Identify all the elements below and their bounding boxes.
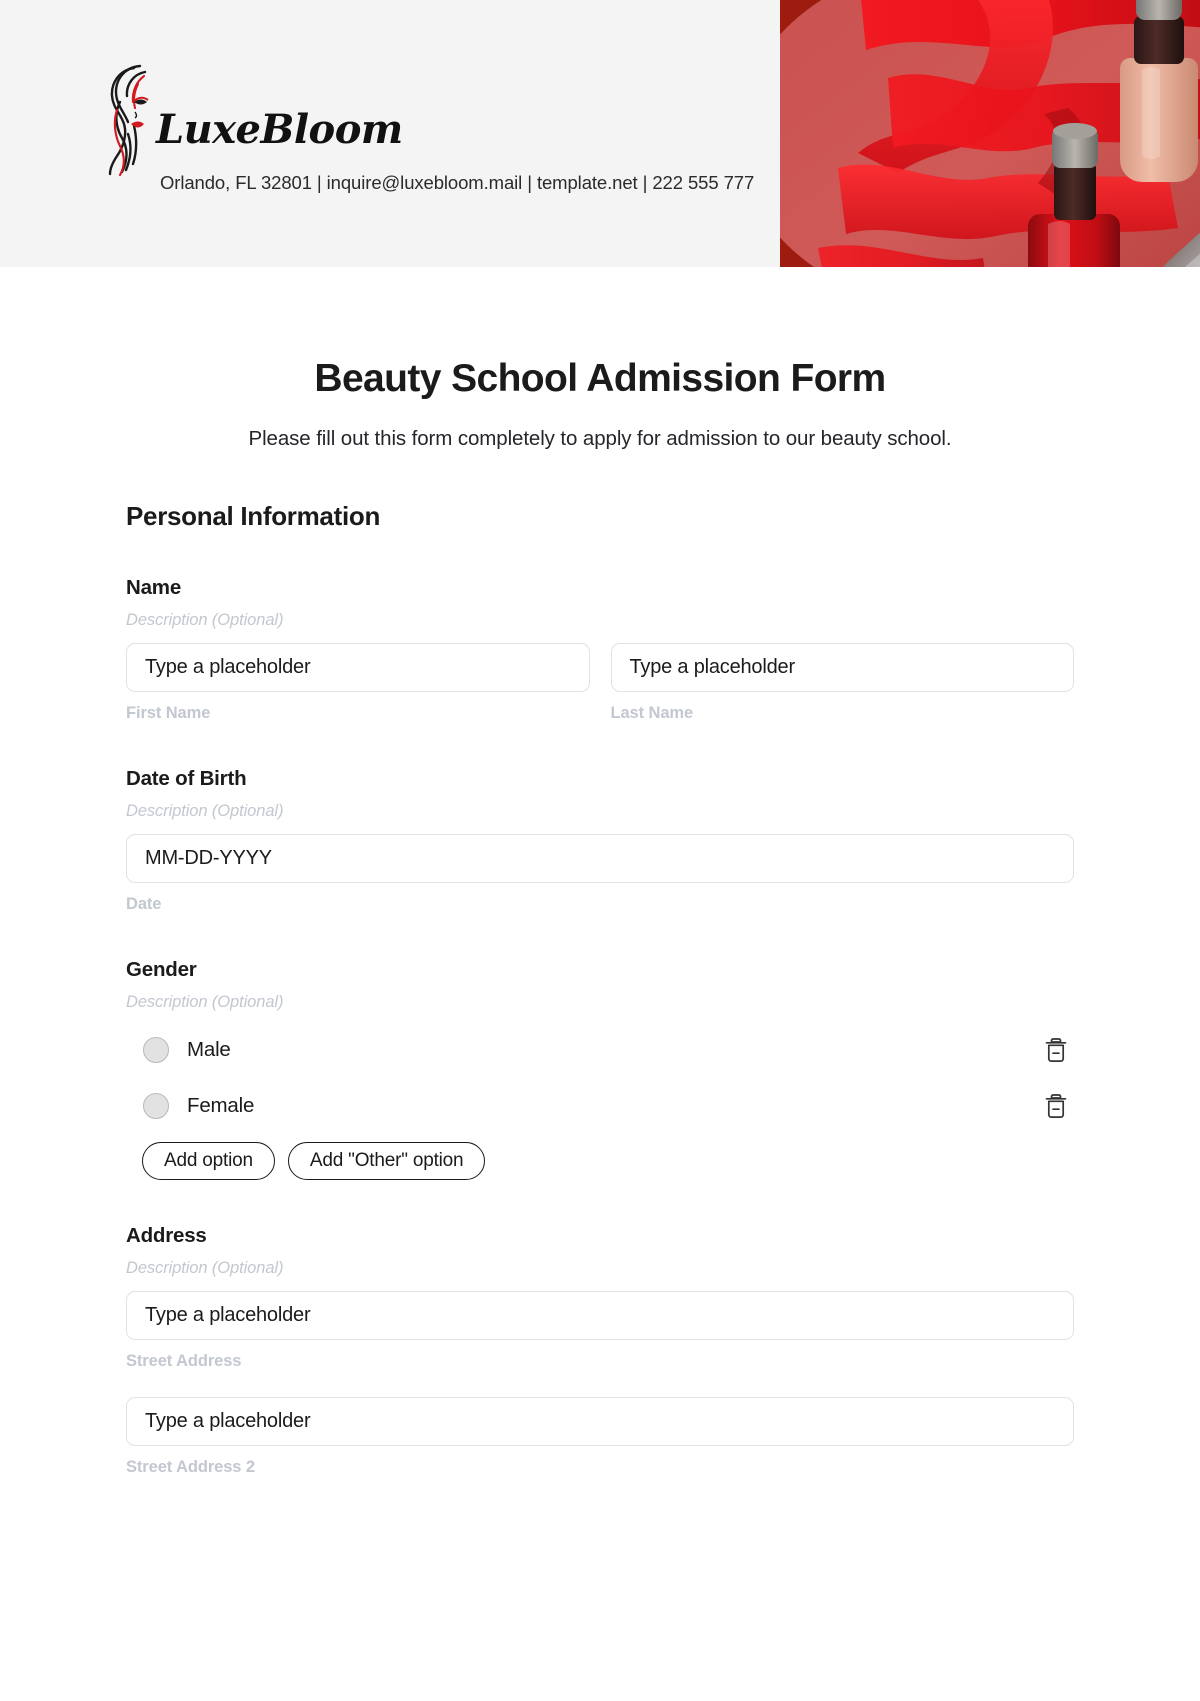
street-address-2-input[interactable]: Type a placeholder (126, 1397, 1074, 1446)
gender-option-label-female: Female (187, 1094, 255, 1117)
radio-button-female[interactable] (143, 1093, 169, 1119)
gender-option-female[interactable]: Female (126, 1086, 1074, 1126)
first-name-sub-label: First Name (126, 704, 211, 722)
field-label-name: Name (126, 576, 182, 599)
last-name-sub-label: Last Name (610, 704, 694, 722)
first-name-input[interactable]: Type a placeholder (126, 643, 590, 692)
field-description-gender: Description (Optional) (126, 993, 284, 1011)
field-label-address: Address (126, 1224, 207, 1247)
brand-name: LuxeBloom (156, 106, 403, 153)
gender-option-list: Male Female (126, 1030, 1074, 1126)
brand-logo-block: LuxeBloom Orlando, FL 32801 | inquire@lu… (104, 62, 804, 193)
field-name: Name Description (Optional) Type a place… (126, 576, 1074, 723)
field-description-date-of-birth: Description (Optional) (126, 802, 284, 820)
date-of-birth-input[interactable]: MM-DD-YYYY (126, 834, 1074, 883)
field-date-of-birth: Date of Birth Description (Optional) MM-… (126, 767, 1074, 914)
page-title: Beauty School Admission Form (314, 357, 886, 400)
page-header: LuxeBloom Orlando, FL 32801 | inquire@lu… (0, 0, 1200, 267)
form-body: Beauty School Admission Form Please fill… (0, 357, 1200, 1477)
street-address-input[interactable]: Type a placeholder (126, 1291, 1074, 1340)
radio-button-male[interactable] (143, 1037, 169, 1063)
field-address: Address Description (Optional) Type a pl… (126, 1224, 1074, 1477)
header-decorative-artwork (780, 0, 1200, 267)
add-option-button[interactable]: Add option (142, 1142, 275, 1180)
add-other-option-button[interactable]: Add "Other" option (287, 1142, 486, 1180)
field-description-address: Description (Optional) (126, 1259, 284, 1277)
field-description-name: Description (Optional) (126, 611, 284, 629)
section-title-personal-information: Personal Information (126, 501, 381, 531)
trash-icon[interactable] (1043, 1092, 1069, 1120)
nail-polish-photo (780, 0, 1200, 267)
field-label-date-of-birth: Date of Birth (126, 767, 247, 790)
field-label-gender: Gender (126, 958, 197, 981)
gender-option-male[interactable]: Male (126, 1030, 1074, 1070)
trash-icon[interactable] (1043, 1036, 1069, 1064)
field-gender: Gender Description (Optional) Male Femal… (126, 958, 1074, 1180)
street-address-2-sub-label: Street Address 2 (126, 1458, 255, 1476)
date-of-birth-sub-label: Date (126, 895, 162, 913)
brand-contact-line: Orlando, FL 32801 | inquire@luxebloom.ma… (160, 172, 755, 193)
page-subtitle: Please fill out this form completely to … (248, 427, 952, 450)
gender-option-label-male: Male (187, 1038, 231, 1061)
street-address-sub-label: Street Address (126, 1352, 242, 1370)
gender-option-actions: Add option Add "Other" option (142, 1142, 1074, 1180)
last-name-input[interactable]: Type a placeholder (610, 643, 1074, 692)
